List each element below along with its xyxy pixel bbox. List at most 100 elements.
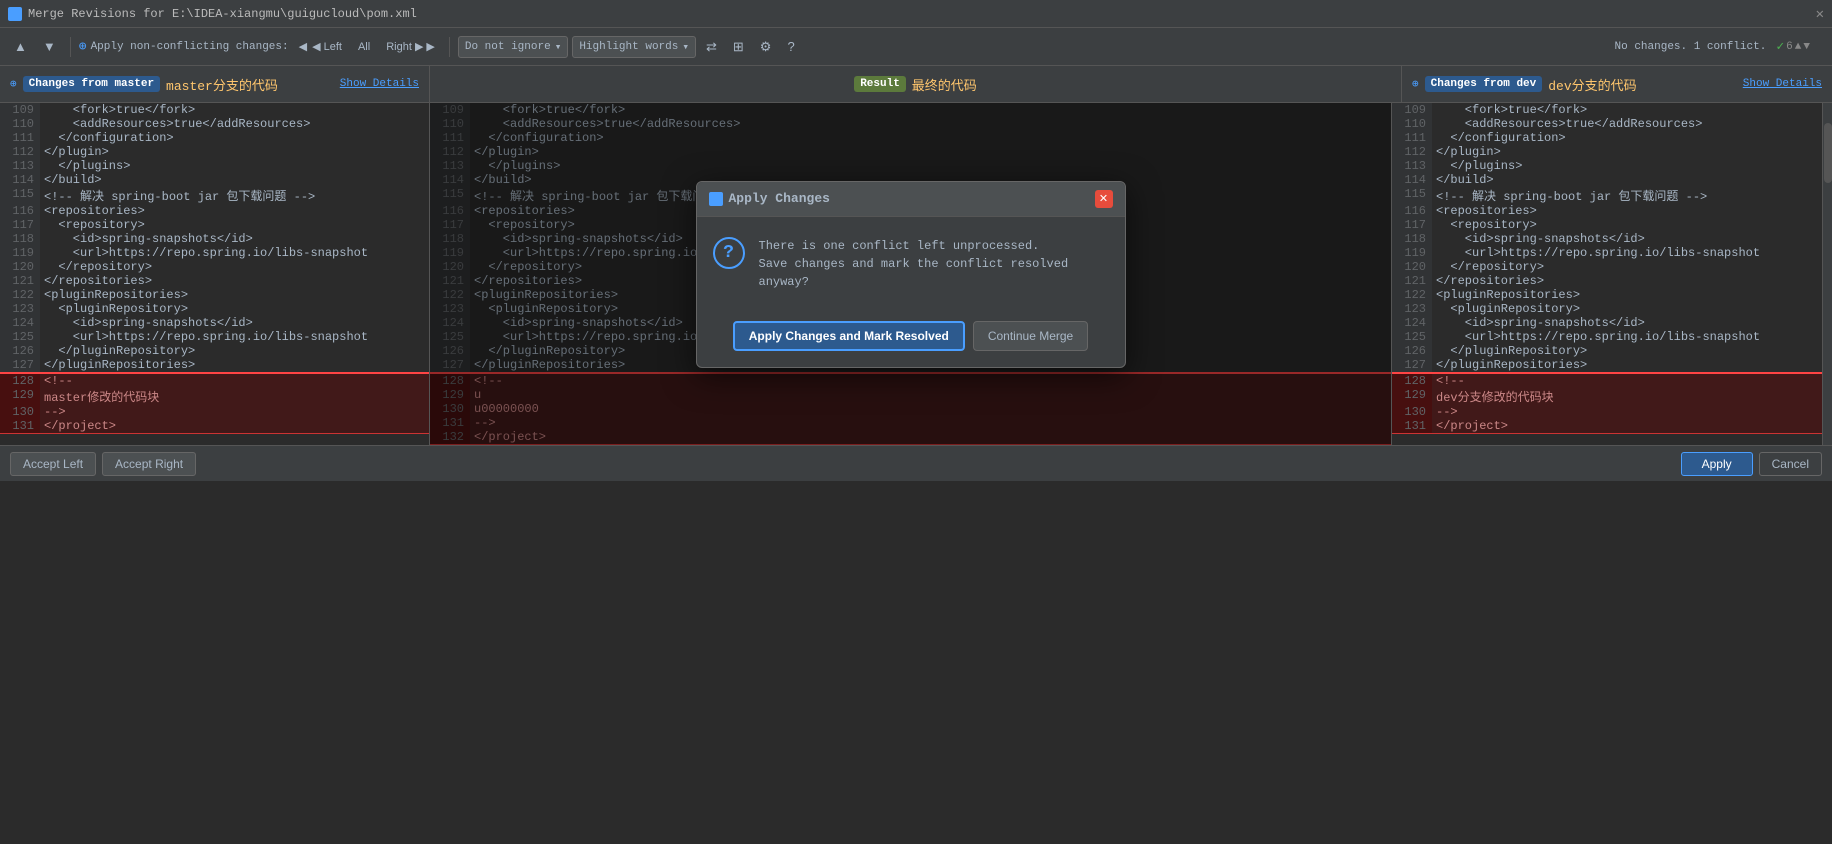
line-content: <!-- 解决 spring-boot jar 包下载问题 --> <box>1432 187 1822 204</box>
main-scrollbar[interactable] <box>1822 103 1832 445</box>
table-row: 128 <!-- <box>0 373 429 388</box>
line-content: </project> <box>40 419 429 434</box>
left-code-body[interactable]: 109 <fork>true</fork> 110 <addResources>… <box>0 103 429 445</box>
table-row: 115 <!-- 解决 spring-boot jar 包下载问题 --> <box>0 187 429 204</box>
table-row: 130 --> <box>0 405 429 419</box>
line-content: <repository> <box>1432 218 1822 232</box>
apply-changes-mark-resolved-button[interactable]: Apply Changes and Mark Resolved <box>733 321 965 351</box>
highlight-dropdown[interactable]: Highlight words ▾ <box>572 36 696 58</box>
line-number: 118 <box>1392 232 1432 246</box>
scrollbar-thumb[interactable] <box>1824 123 1832 183</box>
swap-panels-button[interactable]: ⇄ <box>700 35 723 59</box>
arrow-down-button[interactable]: ▼ <box>37 35 62 58</box>
title-bar: Merge Revisions for E:\IDEA-xiangmu\guig… <box>0 0 1832 28</box>
line-number: 109 <box>0 103 40 117</box>
table-row: 118 <id>spring-snapshots</id> <box>1392 232 1822 246</box>
right-panel-header: ⊕ Changes from dev dev分支的代码 Show Details <box>1402 66 1832 102</box>
line-number: 126 <box>0 344 40 358</box>
line-number: 124 <box>1392 316 1432 330</box>
table-row: 112 </plugin> <box>1392 145 1822 159</box>
line-content: <pluginRepositories> <box>1432 288 1822 302</box>
table-row: 114 </build> <box>0 173 429 187</box>
line-number: 115 <box>1392 187 1432 204</box>
line-number: 121 <box>0 274 40 288</box>
toolbar: ▲ ▼ ⊕ Apply non-conflicting changes: ◀ ◀… <box>0 28 1832 66</box>
line-content: </plugins> <box>40 159 429 173</box>
line-number: 127 <box>0 358 40 373</box>
line-number: 126 <box>1392 344 1432 358</box>
line-content: <pluginRepository> <box>40 302 429 316</box>
arrow-up-button[interactable]: ▲ <box>8 35 33 58</box>
apply-all-button[interactable]: All <box>352 38 376 56</box>
center-panel: 109 <fork>true</fork> 110 <addResources>… <box>430 103 1392 445</box>
diff-view-button[interactable]: ⊞ <box>727 35 750 59</box>
apply-button[interactable]: Apply <box>1681 452 1753 476</box>
right-panel-label: Changes from dev <box>1425 76 1543 92</box>
table-row: 109 <fork>true</fork> <box>1392 103 1822 117</box>
apply-right-button[interactable]: Right ▶ ▶ <box>380 37 441 56</box>
line-content: </repositories> <box>1432 274 1822 288</box>
line-number: 111 <box>1392 131 1432 145</box>
accept-left-button[interactable]: Accept Left <box>10 452 96 476</box>
separator-1 <box>70 37 71 57</box>
line-number: 118 <box>0 232 40 246</box>
line-number: 117 <box>0 218 40 232</box>
line-number: 120 <box>0 260 40 274</box>
help-button[interactable]: ? <box>781 35 800 58</box>
accept-right-button[interactable]: Accept Right <box>102 452 196 476</box>
line-number: 111 <box>0 131 40 145</box>
table-row: 111 </configuration> <box>1392 131 1822 145</box>
right-code-body[interactable]: 109 <fork>true</fork> 110 <addResources>… <box>1392 103 1822 445</box>
line-content: <id>spring-snapshots</id> <box>40 232 429 246</box>
table-row: 113 </plugins> <box>0 159 429 173</box>
line-number: 131 <box>0 419 40 434</box>
chevron-up-icon[interactable]: ▲ <box>1795 41 1802 53</box>
center-panel-header: Result 最终的代码 <box>430 66 1402 102</box>
conflict-counter: 6 <box>1786 41 1793 53</box>
arrow-right-icon: ▶ <box>426 40 434 53</box>
window-close-button[interactable]: ✕ <box>1816 6 1824 23</box>
right-show-details-link[interactable]: Show Details <box>1743 78 1822 90</box>
line-number: 110 <box>0 117 40 131</box>
dropdown-arrow-icon-2: ▾ <box>682 40 689 54</box>
chevron-down-icon[interactable]: ▼ <box>1803 41 1810 53</box>
dialog-close-button[interactable]: ✕ <box>1095 190 1113 208</box>
line-number: 113 <box>0 159 40 173</box>
line-content: <addResources>true</addResources> <box>1432 117 1822 131</box>
line-number: 128 <box>0 373 40 388</box>
table-row: 122 <pluginRepositories> <box>0 288 429 302</box>
right-panel: 109 <fork>true</fork> 110 <addResources>… <box>1392 103 1822 445</box>
ignore-dropdown[interactable]: Do not ignore ▾ <box>458 36 568 58</box>
settings-button[interactable]: ⚙ <box>754 35 778 59</box>
line-number: 119 <box>0 246 40 260</box>
line-number: 123 <box>0 302 40 316</box>
line-content: </repository> <box>40 260 429 274</box>
line-number: 112 <box>1392 145 1432 159</box>
line-content: </pluginRepository> <box>40 344 429 358</box>
line-number: 109 <box>1392 103 1432 117</box>
continue-merge-button[interactable]: Continue Merge <box>973 321 1088 351</box>
apply-left-button[interactable]: ◀ ◀ Left <box>293 37 348 56</box>
line-content: <fork>true</fork> <box>1432 103 1822 117</box>
line-number: 122 <box>0 288 40 302</box>
table-row: 112 </plugin> <box>0 145 429 159</box>
line-number: 125 <box>1392 330 1432 344</box>
line-content: </project> <box>1432 419 1822 434</box>
line-number: 131 <box>1392 419 1432 434</box>
cancel-button[interactable]: Cancel <box>1759 452 1822 476</box>
line-number: 127 <box>1392 358 1432 373</box>
line-content: <repositories> <box>1432 204 1822 218</box>
table-row: 119 <url>https://repo.spring.io/libs-sna… <box>0 246 429 260</box>
dialog-title-bar: Apply Changes ✕ <box>697 182 1125 217</box>
left-show-details-link[interactable]: Show Details <box>340 78 419 90</box>
line-content: </repositories> <box>40 274 429 288</box>
panels-header-row: ⊕ Changes from master master分支的代码 Show D… <box>0 66 1832 103</box>
table-row: 130 --> <box>1392 405 1822 419</box>
table-row: 114 </build> <box>1392 173 1822 187</box>
line-content: <!-- <box>1432 373 1822 388</box>
right-panel-chinese: dev分支的代码 <box>1548 75 1636 94</box>
line-content: <!-- <box>40 373 429 388</box>
table-row: 119 <url>https://repo.spring.io/libs-sna… <box>1392 246 1822 260</box>
line-number: 130 <box>1392 405 1432 419</box>
table-row: 125 <url>https://repo.spring.io/libs-sna… <box>0 330 429 344</box>
